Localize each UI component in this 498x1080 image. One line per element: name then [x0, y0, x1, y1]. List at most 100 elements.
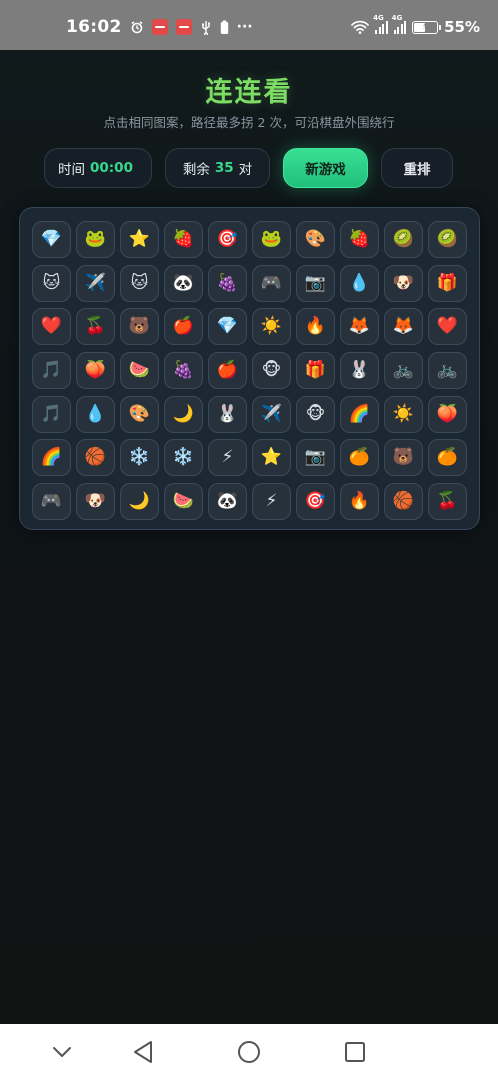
game-tile[interactable]: 🍎	[208, 352, 247, 390]
game-tile[interactable]: 🌙	[164, 395, 203, 433]
game-tile[interactable]: 🍇	[164, 352, 203, 390]
system-nav-bar	[0, 1024, 498, 1080]
game-tile[interactable]: 🔥	[340, 483, 379, 521]
game-tile[interactable]: 🐶	[76, 483, 115, 521]
game-tile[interactable]: 🎵	[32, 395, 71, 433]
game-tile[interactable]: 💎	[32, 221, 71, 258]
signal-type-label: 4G	[373, 14, 384, 22]
timer-label: 时间	[58, 162, 85, 178]
shuffle-button[interactable]: 重排	[381, 148, 453, 188]
game-tile[interactable]: 🐰	[340, 352, 379, 390]
battery-percent: 55%	[444, 18, 480, 36]
remaining-label: 剩余	[182, 162, 210, 178]
game-tile[interactable]: 🎵	[32, 352, 71, 390]
nav-recents-button[interactable]	[342, 1040, 368, 1064]
game-tile[interactable]: 🍊	[428, 439, 467, 477]
remaining-unit: 对	[238, 162, 253, 178]
game-tile[interactable]: 🍊	[340, 439, 379, 477]
game-tile[interactable]: 🥝	[428, 221, 467, 258]
game-tile[interactable]: 🍓	[164, 221, 203, 258]
new-game-button[interactable]: 新游戏	[283, 148, 368, 188]
game-tile[interactable]: 🎯	[296, 483, 335, 521]
game-tile[interactable]: 🐻	[384, 439, 423, 477]
game-tile[interactable]: 🐶	[384, 264, 423, 302]
game-tile[interactable]: 🚲	[428, 352, 467, 390]
game-tile[interactable]: 🌈	[32, 439, 71, 477]
game-tile[interactable]: 🐱	[32, 264, 71, 302]
game-tile[interactable]: ☀️	[252, 308, 291, 346]
game-tile[interactable]: 🎨	[296, 221, 335, 258]
wifi-icon	[351, 20, 369, 34]
notification-icon	[151, 19, 168, 35]
game-tile[interactable]: 🦊	[384, 308, 423, 346]
game-tile[interactable]: 🎮	[32, 483, 71, 521]
nav-back-button[interactable]	[130, 1040, 156, 1064]
game-tile[interactable]: 🐰	[208, 395, 247, 433]
chevron-down-icon	[53, 1047, 71, 1057]
game-tile[interactable]: 🌙	[120, 483, 159, 521]
game-tile[interactable]: 🎨	[120, 395, 159, 433]
game-tile[interactable]: 🐼	[208, 483, 247, 521]
usb-icon	[200, 20, 212, 35]
status-time: 16:02	[66, 17, 122, 37]
game-tile[interactable]: 🎁	[296, 352, 335, 390]
home-circle-icon	[238, 1041, 260, 1063]
game-tile[interactable]: ❄️	[164, 439, 203, 477]
page-title: 连连看	[205, 77, 293, 108]
signal-type-label: 4G	[391, 14, 403, 22]
game-tile[interactable]: 🐱	[120, 264, 159, 302]
game-tile[interactable]: 🥝	[384, 221, 423, 258]
game-tile[interactable]: 🎯	[208, 221, 247, 258]
game-tile[interactable]: 🐵	[252, 352, 291, 390]
game-tile[interactable]: 💧	[76, 395, 115, 433]
back-triangle-icon	[134, 1041, 152, 1063]
game-tile[interactable]: 🍓	[340, 221, 379, 258]
game-tile[interactable]: ✈️	[252, 395, 291, 433]
game-tile[interactable]: 🎮	[252, 264, 291, 302]
game-tile[interactable]: 🌈	[340, 395, 379, 433]
remaining-count: 35	[214, 160, 234, 176]
game-tile[interactable]: ✈️	[76, 264, 115, 302]
game-tile[interactable]: 🦊	[340, 308, 379, 346]
notification-icon	[175, 19, 192, 35]
game-tile[interactable]: ⚡	[208, 439, 247, 477]
game-tile[interactable]: 🍑	[428, 395, 467, 433]
nav-home-button[interactable]	[236, 1040, 262, 1064]
game-tile[interactable]: 🍎	[164, 308, 203, 346]
game-tile[interactable]: 💧	[340, 264, 379, 302]
game-tile[interactable]: 🐵	[296, 395, 335, 433]
game-tile[interactable]: 🍒	[428, 483, 467, 521]
game-tile[interactable]: 🍉	[120, 352, 159, 390]
game-tile[interactable]: 🍉	[164, 483, 203, 521]
pairs-remaining-display: 剩余 35 对	[165, 148, 270, 188]
game-tile[interactable]: 🐻	[120, 308, 159, 346]
game-tile[interactable]: 🎁	[428, 264, 467, 302]
game-tile[interactable]: 🐸	[76, 221, 115, 258]
game-tile[interactable]: 🍑	[76, 352, 115, 390]
game-tile[interactable]: ❤️	[428, 308, 467, 346]
game-tile[interactable]: 🚲	[384, 352, 423, 390]
game-tile[interactable]: 📷	[296, 264, 335, 302]
game-board: 💎 🐸 ⭐ 🍓 🎯 🐸 🎨 🍓 🥝 🥝 🐱 ✈️ 🐱 🐼 🍇 🎮 📷 💧 🐶 🎁 ❤️ 🍒 🐻 🍎 💎 ☀️ 🔥 🦊 🦊 ❤️ 🎵 🍑 🍉 🍇 🍎 🐵…	[19, 207, 480, 530]
game-tile[interactable]: ⭐	[120, 221, 159, 258]
cell-signal-icon: 4G	[373, 14, 388, 34]
game-tile[interactable]: 🍒	[76, 308, 115, 346]
game-tile[interactable]: 📷	[296, 439, 335, 477]
nav-collapse-button[interactable]	[49, 1040, 75, 1064]
charging-bolt-icon: ⚡	[421, 22, 429, 32]
game-tile[interactable]: ☀️	[384, 395, 423, 433]
game-tile[interactable]: 🏀	[76, 439, 115, 477]
game-tile[interactable]: 🐸	[252, 221, 291, 258]
game-tile[interactable]: 🏀	[384, 483, 423, 521]
game-tile[interactable]: 🔥	[296, 308, 335, 346]
game-tile[interactable]: 🐼	[164, 264, 203, 302]
game-tile[interactable]: ❄️	[120, 439, 159, 477]
tile-grid: 💎 🐸 ⭐ 🍓 🎯 🐸 🎨 🍓 🥝 🥝 🐱 ✈️ 🐱 🐼 🍇 🎮 📷 💧 🐶 🎁 ❤️ 🍒 🐻 🍎 💎 ☀️ 🔥 🦊 🦊 ❤️ 🎵 🍑 🍉 🍇 🍎 🐵…	[32, 221, 467, 521]
game-tile[interactable]: ❤️	[32, 308, 71, 346]
game-tile[interactable]: 💎	[208, 308, 247, 346]
game-tile[interactable]: 🍇	[208, 264, 247, 302]
timer-display: 时间 00:00	[44, 148, 152, 188]
more-notifications-icon: ···	[236, 19, 253, 35]
game-tile[interactable]: ⭐	[252, 439, 291, 477]
game-tile[interactable]: ⚡	[252, 483, 291, 521]
